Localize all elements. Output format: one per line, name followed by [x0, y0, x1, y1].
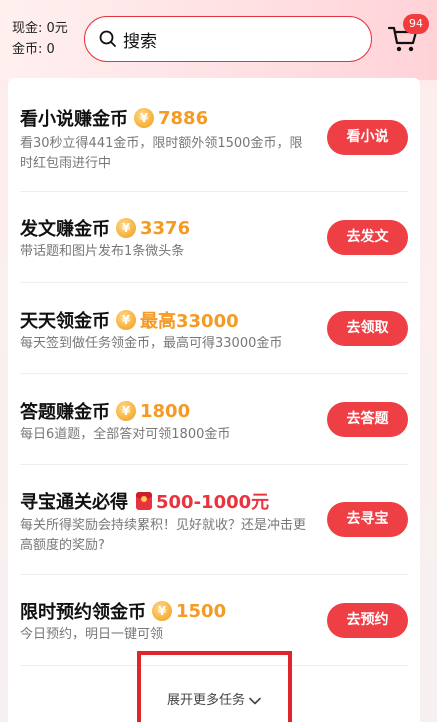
task-reward: 1800: [140, 400, 191, 422]
divider: [20, 282, 408, 283]
claim-button[interactable]: 去领取: [327, 311, 408, 346]
task-list: 看小说赚金币 ¥ 7886 看30秒立得441金币，限时额外领1500金币，限时…: [8, 78, 420, 722]
post-article-button[interactable]: 去发文: [327, 220, 408, 255]
expand-more-button[interactable]: 展开更多任务: [141, 689, 288, 708]
task-reward: 3376: [140, 217, 191, 239]
task-title: 限时预约领金币: [20, 602, 146, 623]
treasure-hunt-button[interactable]: 去寻宝: [327, 502, 408, 537]
task-title: 寻宝通关必得: [20, 492, 128, 513]
chevron-down-icon: [249, 697, 261, 704]
coin-icon: ¥: [152, 601, 172, 621]
task-title: 答题赚金币: [20, 402, 110, 423]
quiz-button[interactable]: 去答题: [327, 402, 408, 437]
coin-icon: ¥: [116, 310, 136, 330]
divider: [20, 574, 408, 575]
task-description: 每天签到做任务领金币，最高可得33000金币: [20, 336, 283, 351]
cash-balance: 现金: 0元: [12, 21, 68, 36]
top-bar: 现金: 0元 金币: 0 搜索 94: [0, 0, 437, 80]
task-title: 看小说赚金币: [20, 109, 128, 130]
divider: [20, 464, 408, 465]
task-title: 发文赚金币: [20, 219, 110, 240]
search-bar[interactable]: 搜索: [84, 16, 372, 62]
expand-more-label: 展开更多任务: [166, 693, 245, 708]
task-description: 带话题和图片发布1条微头条: [20, 244, 185, 259]
task-title-row: 天天领金币 ¥ 最高33000: [20, 307, 239, 333]
task-description: 每关所得奖励会持续累积！见好就收？还是冲击更高额度的奖励?: [20, 518, 307, 553]
task-title-row: 看小说赚金币 ¥ 7886: [20, 105, 208, 131]
task-title-row: 限时预约领金币 ¥ 1500: [20, 598, 226, 624]
coin-icon: ¥: [134, 108, 154, 128]
task-title-row: 发文赚金币 ¥ 3376: [20, 215, 190, 241]
task-description: 看30秒立得441金币，限时额外领1500金币，限时红包雨进行中: [20, 136, 303, 171]
task-title-row: 答题赚金币 ¥ 1800: [20, 398, 190, 424]
task-title-row: 寻宝通关必得 500-1000元: [20, 488, 269, 514]
task-reward: 1500: [176, 600, 227, 622]
coin-icon: ¥: [116, 218, 136, 238]
reserve-button[interactable]: 去预约: [327, 603, 408, 638]
search-icon: [99, 30, 116, 47]
task-reward: 7886: [158, 107, 209, 129]
task-title: 天天领金币: [20, 311, 110, 332]
cart-badge: 94: [403, 14, 429, 34]
coin-balance: 金币: 0: [12, 42, 55, 57]
search-label: 搜索: [123, 31, 157, 52]
expand-more-highlight: 展开更多任务: [137, 651, 292, 722]
divider: [20, 373, 408, 374]
balance-info: 现金: 0元 金币: 0: [12, 18, 68, 60]
task-description: 今日预约，明日一键可领: [20, 627, 164, 642]
read-novel-button[interactable]: 看小说: [327, 120, 408, 155]
task-reward: 最高33000: [140, 311, 239, 332]
red-packet-icon: [136, 492, 152, 510]
coin-icon: ¥: [116, 401, 136, 421]
divider: [20, 191, 408, 192]
task-reward: 500-1000元: [156, 492, 270, 513]
task-description: 每日6道题，全部答对可领1800金币: [20, 427, 231, 442]
